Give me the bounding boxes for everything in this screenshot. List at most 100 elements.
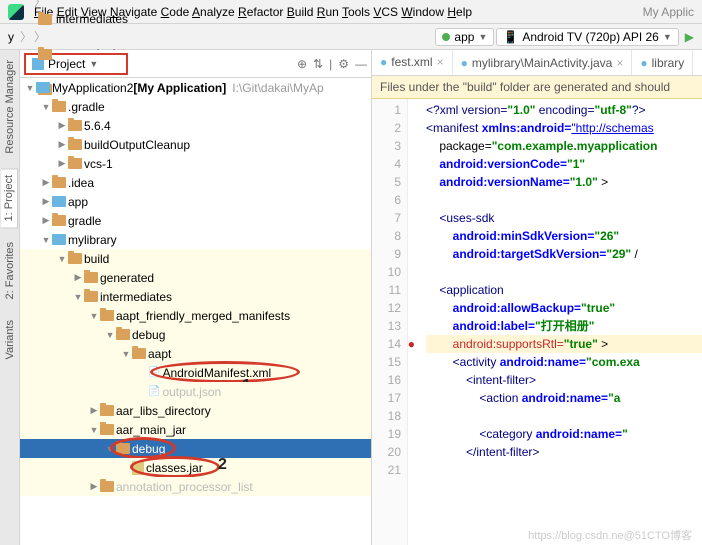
expand-arrow-icon[interactable] <box>88 311 100 321</box>
menu-window[interactable]: Window <box>401 5 444 19</box>
menu-code[interactable]: Code <box>161 5 190 19</box>
editor-tab[interactable]: ●library <box>632 50 693 75</box>
expand-arrow-icon[interactable] <box>72 292 84 302</box>
panel-tool[interactable]: — <box>355 57 367 71</box>
editor-tab[interactable]: ●fest.xml× <box>372 50 453 75</box>
expand-arrow-icon[interactable] <box>72 272 84 283</box>
mod-icon <box>52 234 66 245</box>
menu-analyze[interactable]: Analyze <box>192 5 235 19</box>
fld-icon <box>100 424 114 435</box>
code-editor[interactable]: <?xml version="1.0" encoding="utf-8"?><m… <box>408 99 702 545</box>
fld-icon <box>132 348 146 359</box>
tree-node[interactable]: annotation_processor_list <box>20 477 371 496</box>
tree-node[interactable]: aapt <box>20 344 371 363</box>
fld-icon <box>116 329 130 340</box>
tree-node[interactable]: build <box>20 249 371 268</box>
fld-icon <box>100 310 114 321</box>
tool-tab[interactable]: 2: Favorites <box>2 236 18 305</box>
run-config-selector[interactable]: app▼ <box>435 28 494 46</box>
expand-arrow-icon[interactable] <box>24 83 36 93</box>
expand-arrow-icon[interactable] <box>104 444 116 454</box>
breadcrumb-bar: y〉 build〉intermediates〉aar_main_jar〉debu… <box>0 24 702 50</box>
fld-icon <box>116 443 130 454</box>
expand-arrow-icon[interactable] <box>56 120 68 131</box>
editor-tabs: ●fest.xml×●mylibrary\MainActivity.java×●… <box>372 50 702 76</box>
expand-arrow-icon[interactable] <box>88 425 100 435</box>
tree-node[interactable]: 📄AndroidManifest.xml <box>20 363 371 382</box>
fld-icon <box>68 120 82 131</box>
tool-tab[interactable]: 1: Project <box>1 168 18 228</box>
watermark: https://blog.csdn.ne@51CTO博客 <box>528 527 692 543</box>
panel-tool[interactable]: ⚙ <box>338 57 349 71</box>
fld-icon <box>84 272 98 283</box>
line-gutter[interactable]: 123456789101112131415161718192021 <box>372 99 408 545</box>
close-icon[interactable]: × <box>616 56 623 70</box>
expand-arrow-icon[interactable] <box>88 481 100 492</box>
tree-node[interactable]: 5.6.4 <box>20 116 371 135</box>
run-button[interactable]: ▶ <box>681 30 698 44</box>
fld-icon <box>52 215 66 226</box>
mod-icon <box>52 196 66 207</box>
fld-icon <box>68 139 82 150</box>
panel-tool[interactable]: | <box>329 57 332 71</box>
expand-arrow-icon[interactable] <box>88 405 100 416</box>
fld-icon <box>52 177 66 188</box>
expand-arrow-icon[interactable] <box>40 196 52 207</box>
expand-arrow-icon[interactable] <box>56 158 68 169</box>
menu-help[interactable]: Help <box>447 5 472 19</box>
tree-node[interactable]: .idea <box>20 173 371 192</box>
menu-vcs[interactable]: VCS <box>373 5 398 19</box>
fld-icon <box>52 101 66 112</box>
file-icon: 📄 <box>148 386 160 397</box>
menu-build[interactable]: Build <box>287 5 314 19</box>
tree-node[interactable]: .gradle <box>20 97 371 116</box>
panel-tool[interactable]: ⇅ <box>313 57 323 71</box>
breadcrumb-root[interactable]: y <box>4 28 18 46</box>
left-tool-rail: Resource Manager 1: Project 2: Favorites Va… <box>0 50 20 545</box>
tree-node[interactable]: debug <box>20 439 371 458</box>
expand-arrow-icon[interactable] <box>56 139 68 150</box>
fld-icon <box>68 253 82 264</box>
fld-icon <box>100 405 114 416</box>
expand-arrow-icon[interactable] <box>104 330 116 340</box>
editor-tab[interactable]: ●mylibrary\MainActivity.java× <box>453 50 633 75</box>
tree-node[interactable]: aapt_friendly_merged_manifests <box>20 306 371 325</box>
tree-node[interactable]: generated <box>20 268 371 287</box>
menu-tools[interactable]: Tools <box>342 5 370 19</box>
breadcrumb-seg[interactable]: intermediates <box>34 10 132 28</box>
project-panel-header: Project ▼ ⊕⇅|⚙— <box>20 50 371 78</box>
project-panel: Project ▼ ⊕⇅|⚙— MyApplication2 [My Appli… <box>20 50 372 545</box>
fld-icon <box>100 481 114 492</box>
tree-node[interactable]: 📄output.json <box>20 382 371 401</box>
expand-arrow-icon[interactable] <box>56 254 68 264</box>
tree-node[interactable]: aar_libs_directory <box>20 401 371 420</box>
window-title: My Applic <box>643 5 694 19</box>
build-folder-banner: Files under the "build" folder are gener… <box>372 76 702 99</box>
tree-node[interactable]: mylibrary <box>20 230 371 249</box>
tree-node[interactable]: vcs-1 <box>20 154 371 173</box>
tree-node[interactable]: classes.jar <box>20 458 371 477</box>
expand-arrow-icon[interactable] <box>40 177 52 188</box>
tree-node[interactable]: debug <box>20 325 371 344</box>
tree-node[interactable]: buildOutputCleanup <box>20 135 371 154</box>
tree-node[interactable]: app <box>20 192 371 211</box>
menu-refactor[interactable]: Refactor <box>238 5 283 19</box>
device-selector[interactable]: 📱Android TV (720p) API 26▼ <box>496 28 678 46</box>
menu-run[interactable]: Run <box>317 5 339 19</box>
fld-icon <box>68 158 82 169</box>
expand-arrow-icon[interactable] <box>40 235 52 245</box>
tree-node[interactable]: gradle <box>20 211 371 230</box>
expand-arrow-icon[interactable] <box>120 349 132 359</box>
tool-tab[interactable]: Resource Manager <box>2 54 18 160</box>
editor-area: ●fest.xml×●mylibrary\MainActivity.java×●… <box>372 50 702 545</box>
tool-tab[interactable]: Variants <box>2 314 18 366</box>
xml-icon: 📄 <box>148 367 160 378</box>
project-tree[interactable]: MyApplication2 [My Application] I:\Git\d… <box>20 78 371 545</box>
expand-arrow-icon[interactable] <box>40 215 52 226</box>
panel-tool[interactable]: ⊕ <box>297 57 307 71</box>
expand-arrow-icon[interactable] <box>40 102 52 112</box>
tree-node[interactable]: MyApplication2 [My Application] I:\Git\d… <box>20 78 371 97</box>
tree-node[interactable]: aar_main_jar <box>20 420 371 439</box>
tree-node[interactable]: intermediates <box>20 287 371 306</box>
close-icon[interactable]: × <box>437 55 444 69</box>
